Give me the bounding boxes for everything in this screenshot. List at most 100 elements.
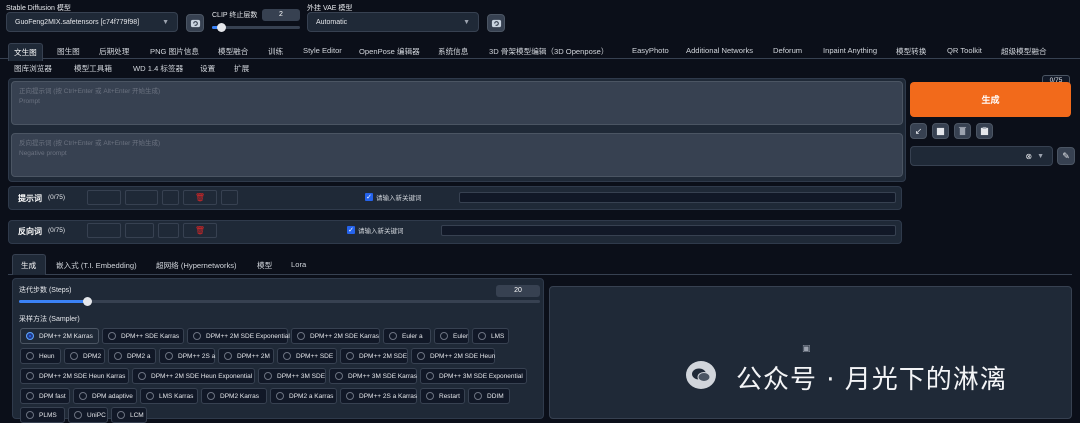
sampler-option[interactable]: DPM++ 3M SDE Exponential: [420, 368, 527, 384]
sampler-option[interactable]: DPM fast: [20, 388, 70, 404]
clip-slider[interactable]: [212, 23, 300, 32]
sampler-option[interactable]: LMS Karras: [140, 388, 198, 404]
clip-slider-thumb[interactable]: [216, 23, 226, 32]
sampler-option[interactable]: DPM2 a: [108, 348, 156, 364]
tab-wd14-tagger[interactable]: WD 1.4 标签器: [131, 63, 185, 74]
checkmark-icon: ✓: [365, 193, 373, 201]
tab-img2img[interactable]: 图生图: [55, 46, 82, 57]
trash-icon: [958, 126, 967, 136]
sampler-option[interactable]: DPM++ 2M SDE Exponential: [187, 328, 290, 344]
sampler-option[interactable]: DPM2: [64, 348, 105, 364]
sampler-option[interactable]: DPM++ 2M SDE Karras: [291, 328, 380, 344]
sampler-option[interactable]: DPM++ 2M: [218, 348, 274, 364]
keyword-slot[interactable]: [87, 223, 121, 238]
delete-keyword-button[interactable]: 🗑: [183, 223, 217, 238]
sampler-option[interactable]: DPM++ 2S a Karras: [340, 388, 417, 404]
sampler-option-label: LMS Karras: [159, 392, 194, 400]
negative-keyword-checkbox[interactable]: ✓ 请输入新关键词: [347, 225, 404, 235]
sampler-option[interactable]: DPM++ 2M SDE Heun Exponential: [132, 368, 255, 384]
delete-keyword-button[interactable]: 🗑: [183, 190, 217, 205]
sampler-option[interactable]: Euler: [434, 328, 469, 344]
sampler-option[interactable]: DPM2 Karras: [201, 388, 267, 404]
tab-super-merger[interactable]: 超级模型融合: [999, 46, 1049, 57]
tab-extras[interactable]: 后期处理: [97, 46, 131, 57]
subtab-lora[interactable]: Lora: [289, 260, 308, 269]
sampler-option[interactable]: DPM++ 2M SDE Heun: [411, 348, 495, 364]
subtab-hypernetworks[interactable]: 超网络 (Hypernetworks): [154, 260, 239, 271]
keyword-slot[interactable]: [158, 223, 179, 238]
sampler-option[interactable]: DPM++ 2M SDE Heun Karras: [20, 368, 129, 384]
sampler-option[interactable]: PLMS: [20, 407, 65, 423]
keyword-slot[interactable]: [87, 190, 121, 205]
sampler-option[interactable]: Restart: [420, 388, 465, 404]
tab-system-info[interactable]: 系统信息: [436, 46, 470, 57]
tab-txt2img[interactable]: 文生图: [8, 43, 43, 61]
generate-button[interactable]: 生成: [910, 82, 1071, 117]
subtab-embedding[interactable]: 嵌入式 (T.I. Embedding): [54, 260, 139, 271]
model-select[interactable]: GuoFeng2MIX.safetensors [c74f779f98] ▼: [6, 12, 178, 32]
tab-inpaint-anything[interactable]: Inpaint Anything: [821, 46, 879, 55]
edit-styles-button[interactable]: ✎: [1057, 147, 1075, 165]
prompt-textarea[interactable]: 正向提示词 (按 Ctrl+Enter 或 Alt+Enter 开始生成) Pr…: [11, 81, 903, 125]
negative-keyword-input[interactable]: [441, 225, 896, 236]
keyword-slot[interactable]: [162, 190, 179, 205]
sampler-option[interactable]: LMS: [472, 328, 509, 344]
sampler-option[interactable]: DPM2 a Karras: [270, 388, 337, 404]
steps-value-input[interactable]: 20: [496, 285, 540, 297]
tab-checkpoint-merger[interactable]: 模型融合: [216, 46, 250, 57]
vae-select[interactable]: Automatic ▼: [307, 12, 479, 32]
subtab-generation[interactable]: 生成: [19, 260, 38, 271]
subtab-checkpoints[interactable]: 模型: [255, 260, 274, 271]
tab-style-editor[interactable]: Style Editor: [301, 46, 344, 55]
sampler-option-label: DDIM: [487, 392, 504, 400]
sampler-option[interactable]: DPM++ SDE: [277, 348, 337, 364]
keyword-slot[interactable]: [125, 190, 158, 205]
clipboard-button[interactable]: [976, 123, 993, 139]
tab-additional-networks[interactable]: Additional Networks: [684, 46, 755, 55]
clip-value-input[interactable]: 2: [262, 9, 300, 21]
tab-qr-toolkit[interactable]: QR Toolkit: [945, 46, 984, 55]
sampler-option[interactable]: DPM++ 2M Karras: [20, 328, 99, 344]
sampler-option-label: DPM2 a: [127, 352, 151, 360]
sampler-option[interactable]: DDIM: [468, 388, 510, 404]
tab-settings[interactable]: 设置: [198, 63, 217, 74]
styles-select[interactable]: ⊗ ▼: [910, 146, 1053, 166]
tab-image-browser[interactable]: 图库浏览器: [12, 63, 54, 74]
sampler-option[interactable]: DPM adaptive: [73, 388, 137, 404]
prompt-keyword-checkbox[interactable]: ✓ 请输入新关键词: [365, 192, 422, 202]
tab-train[interactable]: 训练: [266, 46, 285, 57]
chevron-down-icon: ▼: [162, 18, 169, 26]
negative-prompt-textarea[interactable]: 反向提示词 (按 Ctrl+Enter 或 Alt+Enter 开始生成) Ne…: [11, 133, 903, 177]
tab-extensions[interactable]: 扩展: [232, 63, 251, 74]
tab-model-convert[interactable]: 模型转换: [894, 46, 928, 57]
sampler-option[interactable]: DPM++ SDE Karras: [102, 328, 184, 344]
tab-easyphoto[interactable]: EasyPhoto: [630, 46, 671, 55]
steps-slider-thumb[interactable]: [82, 297, 92, 306]
trash-button[interactable]: [954, 123, 971, 139]
sampler-option[interactable]: DPM++ 2S a: [159, 348, 215, 364]
keyword-slot[interactable]: [221, 190, 238, 205]
steps-slider[interactable]: [19, 297, 540, 306]
sampler-option[interactable]: DPM++ 3M SDE: [258, 368, 326, 384]
keyword-slot[interactable]: [125, 223, 154, 238]
clear-prompt-button[interactable]: [932, 123, 949, 139]
tab-model-toolkit[interactable]: 模型工具箱: [72, 63, 114, 74]
clear-icon[interactable]: ⊗: [1025, 152, 1032, 161]
read-params-button[interactable]: ↙: [910, 123, 927, 139]
prompt-keyword-input[interactable]: [459, 192, 896, 203]
sampler-option[interactable]: UniPC: [68, 407, 108, 423]
sampler-option[interactable]: Heun: [20, 348, 61, 364]
sampler-option-label: DPM++ SDE Karras: [121, 332, 180, 340]
tab-3d-openpose[interactable]: 3D 骨架模型编辑（3D Openpose）: [487, 46, 610, 57]
tab-deforum[interactable]: Deforum: [771, 46, 804, 55]
refresh-model-button[interactable]: [186, 14, 204, 32]
sampler-option[interactable]: DPM++ 3M SDE Karras: [329, 368, 417, 384]
sampler-option[interactable]: LCM: [111, 407, 147, 423]
refresh-vae-button[interactable]: [487, 14, 505, 32]
sampler-option[interactable]: Euler a: [383, 328, 431, 344]
radio-icon: [276, 392, 284, 400]
tab-png-info[interactable]: PNG 图片信息: [148, 46, 201, 57]
sampler-option[interactable]: DPM++ 2M SDE: [340, 348, 408, 364]
sampler-option-label: UniPC: [87, 411, 106, 419]
tab-openpose-editor[interactable]: OpenPose 编辑器: [357, 46, 422, 57]
